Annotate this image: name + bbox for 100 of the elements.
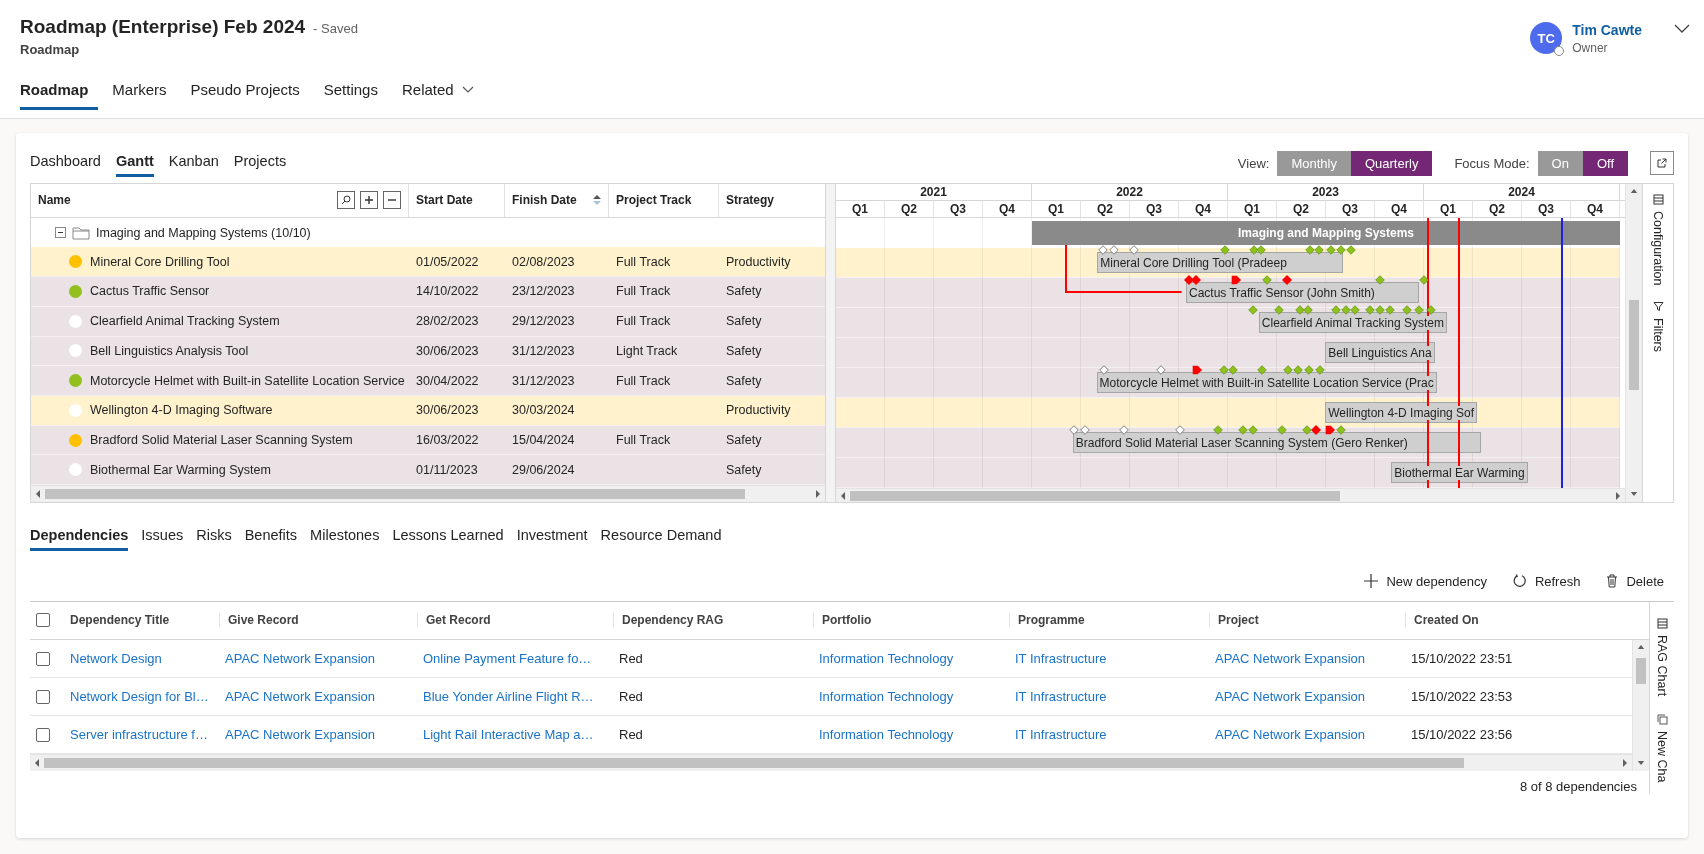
record-link[interactable]: APAC Network Expansion: [225, 651, 376, 666]
column-header[interactable]: Created On: [1414, 613, 1479, 627]
expand-all-button[interactable]: [360, 191, 378, 210]
project-name[interactable]: Mineral Core Drilling Tool: [90, 254, 230, 269]
project-name[interactable]: Bell Linguistics Analysis Tool: [90, 343, 249, 358]
focus-option[interactable]: Off: [1582, 150, 1628, 176]
scroll-arrow-icon[interactable]: [814, 489, 822, 500]
user-name[interactable]: Tim Cawte: [1572, 22, 1642, 38]
view-tab[interactable]: Projects: [233, 149, 287, 177]
column-header[interactable]: Give Record: [228, 613, 299, 627]
detail-tab[interactable]: Dependencies: [30, 523, 129, 551]
record-link[interactable]: APAC Network Expansion: [1215, 651, 1366, 666]
column-header[interactable]: Strategy: [726, 193, 775, 208]
record-link[interactable]: IT Infrastructure: [1015, 727, 1107, 742]
scroll-arrow-icon[interactable]: [1614, 490, 1622, 501]
detail-tab[interactable]: Benefits: [244, 523, 298, 551]
record-link[interactable]: Light Rail Interactive Map a…: [423, 727, 594, 742]
column-header[interactable]: Finish Date: [512, 193, 577, 208]
project-name[interactable]: Biothermal Ear Warming System: [90, 462, 271, 477]
nav-tab[interactable]: Pseudo Projects: [190, 77, 310, 110]
milestone-icon[interactable]: [1247, 305, 1258, 315]
side-panel-button[interactable]: New Cha: [1655, 714, 1669, 783]
table-row[interactable]: Bell Linguistics Analysis Tool 30/06/2023 31/12/2023 Light Track Safety: [31, 336, 825, 367]
detail-tab[interactable]: Milestones: [310, 523, 380, 551]
nav-tab[interactable]: Related: [401, 77, 484, 110]
project-name[interactable]: Clearfield Animal Tracking System: [90, 314, 280, 329]
search-button[interactable]: [337, 191, 355, 210]
toolbar-button[interactable]: New dependency: [1364, 573, 1487, 589]
toolbar-button[interactable]: Delete: [1606, 573, 1664, 589]
table-row[interactable]: Cactus Traffic Sensor 14/10/2022 23/12/2023 Full Track Safety: [31, 277, 825, 307]
table-row[interactable]: Motorcycle Helmet with Built-in Satellite Location Service 30/04/2022 31/12/2023 Full Track Safety: [31, 366, 825, 396]
record-link[interactable]: Information Technology: [819, 727, 954, 742]
view-option[interactable]: Quarterly: [1350, 150, 1433, 176]
column-header[interactable]: Name: [38, 193, 71, 208]
column-header[interactable]: Project: [1218, 613, 1259, 627]
nav-tab[interactable]: Roadmap: [20, 77, 99, 110]
vertical-scrollbar[interactable]: [1625, 184, 1642, 502]
detail-tab[interactable]: Lessons Learned: [392, 523, 504, 551]
column-header[interactable]: Get Record: [426, 613, 491, 627]
milestone-icon[interactable]: [1374, 275, 1385, 285]
nav-tab[interactable]: Markers: [112, 77, 177, 110]
select-all-checkbox[interactable]: [36, 613, 50, 627]
project-name[interactable]: Wellington 4-D Imaging Software: [90, 403, 273, 418]
column-header[interactable]: Start Date: [416, 193, 473, 208]
group-name[interactable]: Imaging and Mapping Systems (10/10): [96, 225, 311, 240]
table-row[interactable]: Mineral Core Drilling Tool 01/05/2022 02/08/2023 Full Track Productivity: [31, 247, 825, 278]
project-name[interactable]: Motorcycle Helmet with Built-in Satellite Location Service: [90, 373, 405, 388]
side-panel-button[interactable]: RAG Chart: [1655, 618, 1669, 697]
scroll-arrow-icon[interactable]: [34, 489, 42, 500]
table-row[interactable]: Bradford Solid Material Laser Scanning System 16/03/2022 15/04/2024 Full Track Safety: [31, 425, 825, 456]
table-row[interactable]: Clearfield Animal Tracking System 28/02/2023 29/12/2023 Full Track Safety: [31, 306, 825, 337]
row-checkbox[interactable]: [36, 727, 50, 742]
record-link[interactable]: Information Technology: [819, 689, 954, 704]
detail-tab[interactable]: Risks: [196, 523, 232, 551]
row-checkbox[interactable]: [36, 689, 50, 704]
nav-tab[interactable]: Settings: [323, 77, 388, 110]
column-header[interactable]: Portfolio: [822, 613, 872, 627]
scrollbar-thumb[interactable]: [1629, 299, 1639, 390]
gantt-bar[interactable]: Cactus Traffic Sensor (John Smith): [1185, 282, 1420, 303]
user-avatar[interactable]: TC: [1530, 22, 1563, 54]
view-tab[interactable]: Dashboard: [30, 149, 101, 177]
record-link[interactable]: APAC Network Expansion: [1215, 727, 1366, 742]
column-header[interactable]: Programme: [1018, 613, 1085, 627]
scrollbar-thumb[interactable]: [1636, 658, 1646, 684]
record-link[interactable]: APAC Network Expansion: [225, 727, 376, 742]
milestone-icon[interactable]: [1183, 275, 1194, 285]
milestone-icon[interactable]: [1419, 275, 1429, 285]
scrollbar-thumb[interactable]: [850, 490, 1340, 501]
record-link[interactable]: APAC Network Expansion: [225, 689, 376, 704]
pop-out-button[interactable]: [1650, 151, 1674, 175]
scroll-arrow-icon[interactable]: [33, 758, 41, 768]
scrollbar-thumb[interactable]: [45, 489, 745, 500]
side-panel-button[interactable]: Configuration: [1651, 194, 1665, 286]
column-header[interactable]: Dependency Title: [70, 613, 170, 627]
record-link[interactable]: Information Technology: [819, 651, 954, 666]
record-link[interactable]: Online Payment Feature fo…: [423, 651, 592, 666]
gantt-bar[interactable]: Bradford Solid Material Laser Scanning System (Gero Renker): [1072, 432, 1481, 453]
horizontal-scrollbar[interactable]: [31, 485, 825, 502]
vertical-scrollbar[interactable]: [1632, 640, 1649, 771]
horizontal-scrollbar[interactable]: [30, 754, 1632, 771]
row-checkbox[interactable]: [36, 651, 50, 666]
table-row[interactable]: Wellington 4-D Imaging Software 30/06/2023 30/03/2024 Productivity: [31, 396, 825, 426]
toolbar-button[interactable]: Refresh: [1512, 573, 1581, 589]
project-name[interactable]: Cactus Traffic Sensor: [90, 284, 210, 299]
side-panel-button[interactable]: Filters: [1651, 301, 1665, 353]
collapse-icon[interactable]: [55, 227, 66, 239]
view-tab[interactable]: Gantt: [115, 149, 154, 177]
record-link[interactable]: Network Design: [70, 651, 162, 666]
column-header[interactable]: Project Track: [616, 193, 692, 208]
record-link[interactable]: Network Design for Bl…: [70, 689, 209, 704]
milestone-icon[interactable]: [1069, 425, 1080, 435]
view-tab[interactable]: Kanban: [168, 149, 219, 177]
sort-icon[interactable]: [593, 194, 601, 207]
gantt-bar[interactable]: Mineral Core Drilling Tool (Pradeep: [1097, 252, 1343, 273]
scroll-arrow-icon[interactable]: [839, 490, 847, 501]
collapse-all-button[interactable]: [383, 191, 401, 210]
table-row[interactable]: Biothermal Ear Warming System 01/11/2023 29/06/2024 Safety: [31, 455, 825, 486]
detail-tab[interactable]: Issues: [141, 523, 184, 551]
detail-tab[interactable]: Resource Demand: [600, 523, 722, 551]
record-link[interactable]: Server infrastructure f…: [70, 727, 208, 742]
